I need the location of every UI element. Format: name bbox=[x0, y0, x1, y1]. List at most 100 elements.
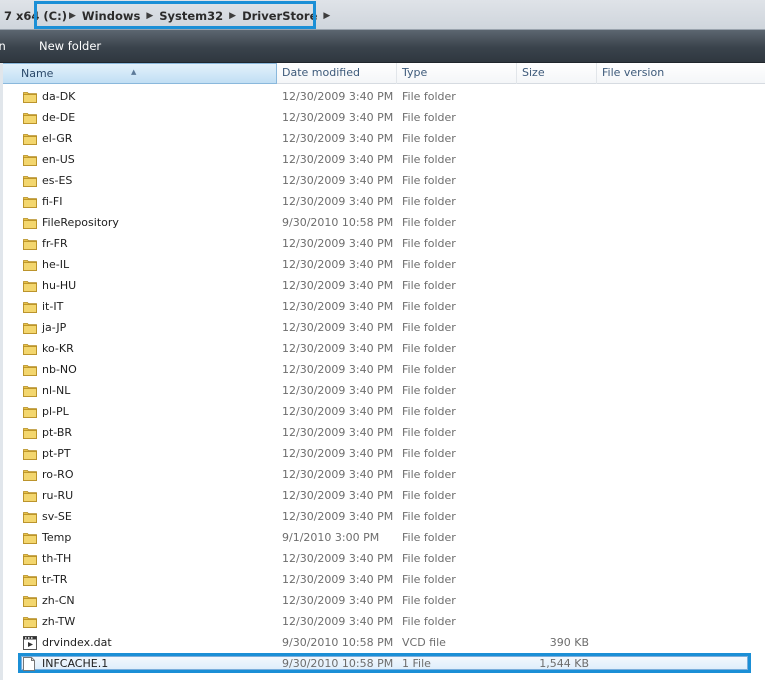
file-date-modified: 12/30/2009 3:40 PM bbox=[282, 615, 394, 628]
file-date-modified: 12/30/2009 3:40 PM bbox=[282, 132, 394, 145]
table-row[interactable]: ro-RO 12/30/2009 3:40 PM File folder bbox=[0, 464, 765, 485]
column-header-name-label: Name bbox=[21, 67, 54, 80]
file-date-modified: 9/30/2010 10:58 PM bbox=[282, 636, 394, 649]
file-type: File folder bbox=[402, 594, 456, 607]
file-size bbox=[517, 590, 589, 611]
file-name: zh-CN bbox=[42, 594, 75, 607]
table-row[interactable]: en-US 12/30/2009 3:40 PM File folder bbox=[0, 149, 765, 170]
file-size bbox=[517, 422, 589, 443]
table-row[interactable]: FileRepository 9/30/2010 10:58 PM File fol… bbox=[0, 212, 765, 233]
breadcrumb-driverstore[interactable]: DriverStore bbox=[238, 9, 321, 23]
address-bar[interactable]: 7 x64 (C:) ▶ Windows ▶ System32 ▶ Driver… bbox=[0, 0, 765, 30]
column-header-size[interactable]: Size bbox=[517, 63, 597, 84]
column-header-date[interactable]: Date modified bbox=[277, 63, 397, 84]
file-name: en-US bbox=[42, 153, 75, 166]
table-row[interactable]: he-IL 12/30/2009 3:40 PM File folder bbox=[0, 254, 765, 275]
table-row[interactable]: fr-FR 12/30/2009 3:40 PM File folder bbox=[0, 233, 765, 254]
file-size: 390 KB bbox=[549, 636, 589, 649]
table-row[interactable]: ko-KR 12/30/2009 3:40 PM File folder bbox=[0, 338, 765, 359]
table-row[interactable]: nb-NO 12/30/2009 3:40 PM File folder bbox=[0, 359, 765, 380]
table-row[interactable]: tr-TR 12/30/2009 3:40 PM File folder bbox=[0, 569, 765, 590]
file-date-modified: 9/1/2010 3:00 PM bbox=[282, 531, 380, 544]
folder-icon bbox=[23, 510, 37, 523]
file-date-modified: 12/30/2009 3:40 PM bbox=[282, 342, 394, 355]
table-row[interactable]: drvindex.dat 9/30/2010 10:58 PM VCD file 39… bbox=[0, 632, 765, 653]
file-name: fi-FI bbox=[42, 195, 63, 208]
table-row[interactable]: ru-RU 12/30/2009 3:40 PM File folder bbox=[0, 485, 765, 506]
table-row[interactable]: fi-FI 12/30/2009 3:40 PM File folder bbox=[0, 191, 765, 212]
breadcrumb-drive[interactable]: 7 x64 (C:) bbox=[4, 9, 67, 23]
file-type: File folder bbox=[402, 531, 456, 544]
file-size bbox=[517, 233, 589, 254]
file-size bbox=[517, 506, 589, 527]
file-name: pt-BR bbox=[42, 426, 73, 439]
table-row[interactable]: sv-SE 12/30/2009 3:40 PM File folder bbox=[0, 506, 765, 527]
chevron-right-icon[interactable]: ▶ bbox=[227, 11, 238, 21]
file-size bbox=[517, 170, 589, 191]
table-row[interactable]: ja-JP 12/30/2009 3:40 PM File folder bbox=[0, 317, 765, 338]
folder-icon bbox=[23, 552, 37, 565]
folder-icon bbox=[23, 594, 37, 607]
chevron-right-icon[interactable]: ▶ bbox=[321, 11, 332, 21]
file-type: File folder bbox=[402, 174, 456, 187]
file-date-modified: 12/30/2009 3:40 PM bbox=[282, 573, 394, 586]
file-date-modified: 12/30/2009 3:40 PM bbox=[282, 237, 394, 250]
file-type: File folder bbox=[402, 90, 456, 103]
column-header-type[interactable]: Type bbox=[397, 63, 517, 84]
table-row[interactable]: el-GR 12/30/2009 3:40 PM File folder bbox=[0, 128, 765, 149]
file-size bbox=[517, 359, 589, 380]
folder-icon bbox=[23, 174, 37, 187]
table-row[interactable]: Temp 9/1/2010 3:00 PM File folder bbox=[0, 527, 765, 548]
file-name: ko-KR bbox=[42, 342, 74, 355]
table-row[interactable]: pt-PT 12/30/2009 3:40 PM File folder bbox=[0, 443, 765, 464]
folder-icon bbox=[23, 573, 37, 586]
folder-icon bbox=[23, 531, 37, 544]
file-type: File folder bbox=[402, 510, 456, 523]
command-bar: rn New folder bbox=[0, 30, 765, 63]
folder-icon bbox=[23, 195, 37, 208]
breadcrumb-windows[interactable]: Windows bbox=[78, 9, 144, 23]
table-row[interactable]: de-DE 12/30/2009 3:40 PM File folder bbox=[0, 107, 765, 128]
table-row[interactable]: hu-HU 12/30/2009 3:40 PM File folder bbox=[0, 275, 765, 296]
chevron-right-icon[interactable]: ▶ bbox=[67, 11, 78, 21]
file-name: nb-NO bbox=[42, 363, 77, 376]
file-name: sv-SE bbox=[42, 510, 72, 523]
file-date-modified: 12/30/2009 3:40 PM bbox=[282, 174, 394, 187]
chevron-right-icon[interactable]: ▶ bbox=[144, 11, 155, 21]
table-row[interactable]: th-TH 12/30/2009 3:40 PM File folder bbox=[0, 548, 765, 569]
folder-icon bbox=[23, 426, 37, 439]
file-list: da-DK 12/30/2009 3:40 PM File folder de-DE 1… bbox=[0, 86, 765, 674]
file-size: 1,544 KB bbox=[539, 657, 589, 670]
table-row[interactable]: pt-BR 12/30/2009 3:40 PM File folder bbox=[0, 422, 765, 443]
table-row[interactable]: da-DK 12/30/2009 3:40 PM File folder bbox=[0, 86, 765, 107]
table-row[interactable]: zh-TW 12/30/2009 3:40 PM File folder bbox=[0, 611, 765, 632]
file-date-modified: 12/30/2009 3:40 PM bbox=[282, 384, 394, 397]
file-name: th-TH bbox=[42, 552, 72, 565]
table-row[interactable]: nl-NL 12/30/2009 3:40 PM File folder bbox=[0, 380, 765, 401]
table-row-selected[interactable]: INFCACHE.1 9/30/2010 10:58 PM 1 File 1,544 … bbox=[0, 653, 765, 674]
table-row[interactable]: zh-CN 12/30/2009 3:40 PM File folder bbox=[0, 590, 765, 611]
file-type: File folder bbox=[402, 300, 456, 313]
file-type: File folder bbox=[402, 321, 456, 334]
file-name: de-DE bbox=[42, 111, 76, 124]
file-date-modified: 9/30/2010 10:58 PM bbox=[282, 657, 394, 670]
table-row[interactable]: it-IT 12/30/2009 3:40 PM File folder bbox=[0, 296, 765, 317]
file-date-modified: 12/30/2009 3:40 PM bbox=[282, 153, 394, 166]
column-header-file-version[interactable]: File version bbox=[597, 63, 765, 84]
file-type: File folder bbox=[402, 342, 456, 355]
toolbar-cut-off-item[interactable]: rn bbox=[0, 39, 6, 53]
folder-icon bbox=[23, 321, 37, 334]
file-type: File folder bbox=[402, 195, 456, 208]
file-type: File folder bbox=[402, 615, 456, 628]
file-date-modified: 12/30/2009 3:40 PM bbox=[282, 468, 394, 481]
table-row[interactable]: es-ES 12/30/2009 3:40 PM File folder bbox=[0, 170, 765, 191]
column-header-name[interactable]: ▲ Name bbox=[0, 63, 277, 84]
file-date-modified: 12/30/2009 3:40 PM bbox=[282, 594, 394, 607]
file-name: INFCACHE.1 bbox=[42, 657, 109, 670]
new-folder-button[interactable]: New folder bbox=[39, 39, 101, 53]
file-type: File folder bbox=[402, 489, 456, 502]
folder-icon bbox=[23, 300, 37, 313]
folder-icon bbox=[23, 405, 37, 418]
table-row[interactable]: pl-PL 12/30/2009 3:40 PM File folder bbox=[0, 401, 765, 422]
breadcrumb-system32[interactable]: System32 bbox=[155, 9, 227, 23]
